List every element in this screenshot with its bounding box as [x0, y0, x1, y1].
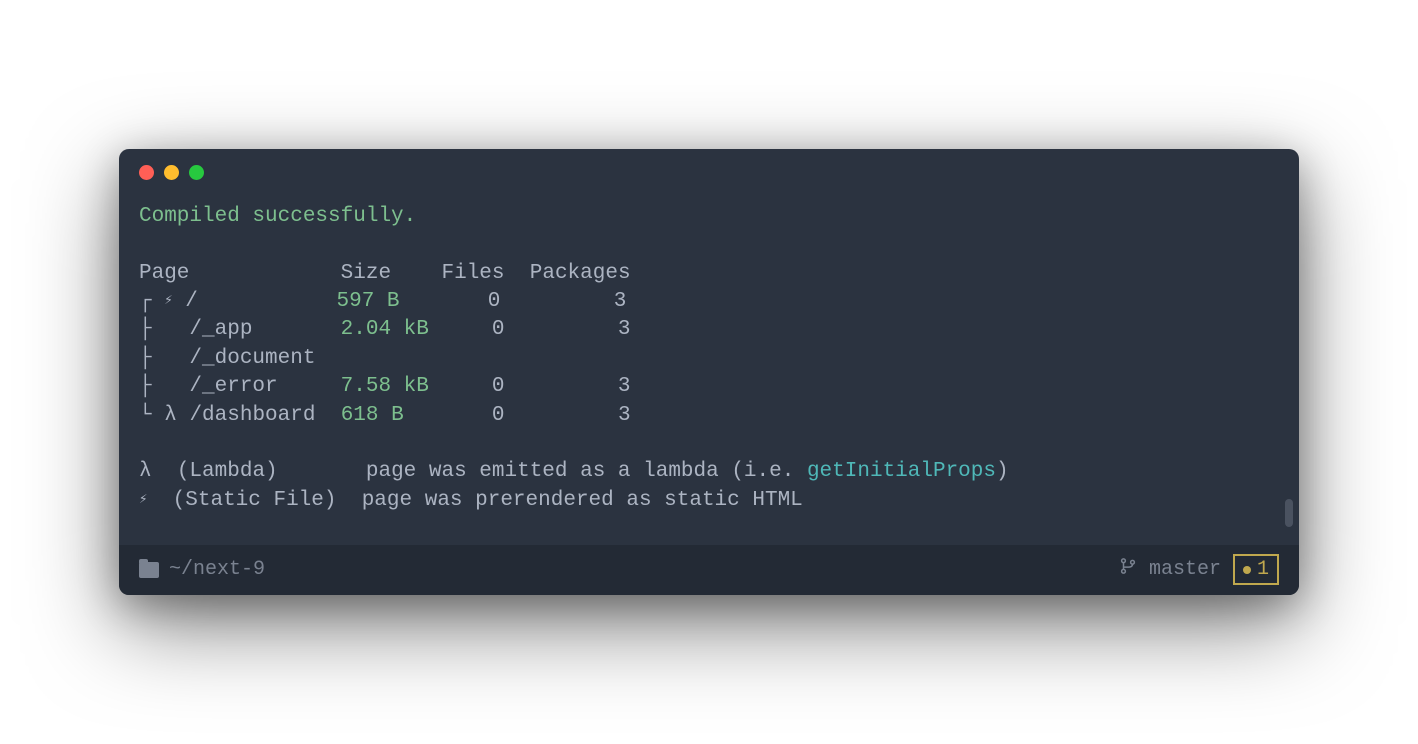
- legend-name: (Lambda): [177, 460, 278, 483]
- maximize-button[interactable]: [189, 165, 204, 180]
- page-path: /_error: [189, 375, 277, 398]
- legend-desc: page was prerendered as static HTML: [362, 489, 803, 512]
- status-right: master 1: [1119, 554, 1279, 585]
- git-branch-name: master: [1149, 558, 1221, 581]
- header-packages: Packages: [530, 262, 631, 285]
- terminal-output[interactable]: Compiled successfully. Page Size Files P…: [119, 195, 1299, 545]
- page-size: 2.04 kB: [341, 318, 429, 341]
- dot-icon: [1243, 566, 1251, 574]
- legend-desc: ): [996, 460, 1009, 483]
- legend-symbol: ⚡: [139, 492, 147, 508]
- scrollbar-thumb[interactable]: [1285, 499, 1293, 527]
- page-files: 0: [492, 318, 505, 341]
- page-packages: 3: [614, 290, 627, 313]
- page-size: 618 B: [341, 404, 404, 427]
- changes-indicator: 1: [1233, 554, 1279, 585]
- folder-icon: [139, 562, 159, 578]
- page-path: /_document: [189, 347, 315, 370]
- legend-name: (Static File): [173, 489, 337, 512]
- status-left: ~/next-9: [139, 558, 265, 581]
- page-files: 0: [492, 404, 505, 427]
- tree-char: ├: [139, 375, 152, 398]
- legend-symbol: λ: [139, 460, 152, 483]
- page-size: 597 B: [337, 290, 400, 313]
- page-packages: 3: [618, 375, 631, 398]
- title-bar: [119, 149, 1299, 195]
- close-button[interactable]: [139, 165, 154, 180]
- page-files: 0: [488, 290, 501, 313]
- header-page: Page: [139, 262, 189, 285]
- legend-desc: page was emitted as a lambda (i.e.: [366, 460, 807, 483]
- static-icon: ⚡: [164, 293, 172, 309]
- status-bar: ~/next-9 master 1: [119, 545, 1299, 595]
- page-path: /: [185, 290, 198, 313]
- header-files: Files: [442, 262, 505, 285]
- page-packages: 3: [618, 404, 631, 427]
- tree-char: ├: [139, 347, 152, 370]
- page-packages: 3: [618, 318, 631, 341]
- header-size: Size: [341, 262, 391, 285]
- tree-char: ┌: [139, 290, 152, 313]
- terminal-window: Compiled successfully. Page Size Files P…: [119, 149, 1299, 595]
- minimize-button[interactable]: [164, 165, 179, 180]
- page-files: 0: [492, 375, 505, 398]
- git-branch-icon: [1119, 556, 1137, 583]
- changes-count: 1: [1257, 558, 1269, 581]
- page-path: /dashboard: [189, 404, 315, 427]
- lambda-icon: λ: [164, 404, 177, 427]
- tree-char: ├: [139, 318, 152, 341]
- compile-status: Compiled successfully.: [139, 205, 416, 228]
- cwd-path: ~/next-9: [169, 558, 265, 581]
- page-path: /_app: [189, 318, 252, 341]
- legend-highlight: getInitialProps: [807, 460, 996, 483]
- page-size: 7.58 kB: [341, 375, 429, 398]
- tree-char: └: [139, 404, 152, 427]
